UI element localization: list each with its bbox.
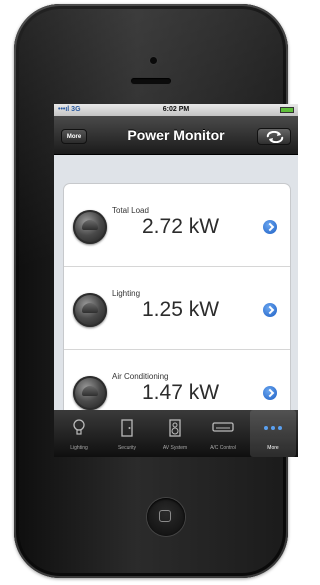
page-title: Power Monitor: [127, 127, 225, 143]
tab-label: Lighting: [70, 445, 88, 451]
gauge-icon: [73, 210, 107, 244]
reading-label: Total Load: [112, 206, 149, 215]
more-back-button[interactable]: More: [61, 129, 87, 144]
tab-lighting[interactable]: Lighting: [56, 410, 102, 457]
sync-button[interactable]: [257, 128, 291, 145]
speaker-icon: [169, 419, 181, 437]
status-bar: •••ıl 3G 6:02 PM: [54, 104, 298, 116]
air-conditioner-icon: [212, 422, 234, 432]
front-camera: [150, 57, 157, 64]
home-square-icon: [159, 510, 171, 522]
disclosure-chevron-icon[interactable]: [263, 386, 277, 400]
reading-row-total-load[interactable]: Total Load 2.72 kW: [64, 184, 290, 267]
tab-more[interactable]: More: [250, 410, 296, 457]
door-icon: [121, 419, 133, 437]
gauge-icon: [73, 293, 107, 327]
tab-label: More: [267, 445, 279, 451]
tab-security[interactable]: Security: [104, 410, 150, 457]
tab-label: Security: [117, 445, 137, 451]
more-dots-icon: [264, 426, 282, 430]
phone-screen: •••ıl 3G 6:02 PM More Power Monitor Tota…: [54, 104, 298, 457]
navigation-bar: More Power Monitor: [54, 116, 298, 155]
reading-label: Air Conditioning: [112, 372, 169, 381]
reading-label: Lighting: [112, 289, 141, 298]
tab-label: A/C Control: [210, 445, 236, 451]
disclosure-chevron-icon[interactable]: [263, 220, 277, 234]
home-button[interactable]: [147, 498, 185, 536]
tab-label: AV System: [162, 445, 188, 451]
status-time: 6:02 PM: [162, 106, 190, 113]
tab-bar: Lighting Security AV System A/C Control: [54, 410, 298, 457]
refresh-icon: [266, 131, 284, 143]
lightbulb-icon: [73, 419, 85, 435]
disclosure-chevron-icon[interactable]: [263, 303, 277, 317]
reading-value: 2.72 kW: [142, 215, 220, 238]
earpiece-speaker: [131, 78, 171, 84]
power-readings-card: Total Load 2.72 kW Lighting 1.25 kW Air …: [64, 184, 290, 433]
reading-value: 1.47 kW: [142, 381, 220, 404]
gauge-icon: [73, 376, 107, 410]
battery-icon: [280, 107, 294, 113]
reading-value: 1.25 kW: [142, 298, 220, 321]
tab-av-system[interactable]: AV System: [152, 410, 198, 457]
reading-row-lighting[interactable]: Lighting 1.25 kW: [64, 267, 290, 350]
tab-ac-control[interactable]: A/C Control: [200, 410, 246, 457]
